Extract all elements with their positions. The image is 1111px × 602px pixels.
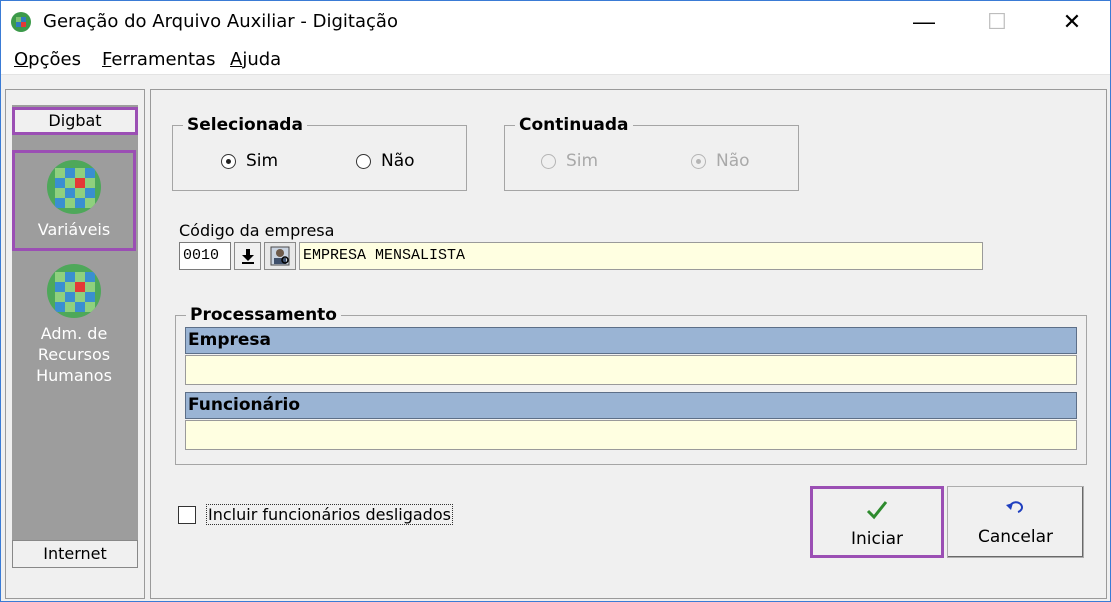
sidebar-tab-digbat[interactable]: Digbat	[12, 107, 138, 135]
app-window: Geração do Arquivo Auxiliar - Digitação …	[0, 0, 1111, 602]
globe-icon	[47, 264, 101, 318]
selecionada-group: Selecionada Sim Não	[172, 115, 467, 191]
continuada-nao-radio: Não	[691, 151, 750, 171]
funcionario-header: Funcionário	[185, 392, 1077, 419]
incluir-desligados-checkbox[interactable]	[178, 505, 196, 524]
minimize-button[interactable]: —	[901, 1, 947, 43]
radio-indicator	[691, 153, 706, 169]
iniciar-button[interactable]: Iniciar	[810, 486, 944, 558]
selecionada-sim-radio[interactable]: Sim	[221, 151, 278, 171]
radio-label: Sim	[246, 151, 279, 171]
continuada-sim-radio: Sim	[541, 151, 598, 171]
radio-label: Sim	[566, 151, 599, 171]
codigo-empresa-input[interactable]: 0010	[179, 242, 231, 270]
minimize-icon: —	[913, 9, 935, 34]
radio-label: Não	[381, 151, 415, 171]
sidebar-item-label: Adm. de Recursos Humanos	[36, 324, 112, 385]
radio-indicator	[541, 153, 556, 169]
menu-mnemonic: O	[14, 49, 29, 70]
title-bar: Geração do Arquivo Auxiliar - Digitação …	[1, 1, 1110, 43]
cancelar-label: Cancelar	[978, 527, 1053, 547]
close-icon: ✕	[1062, 9, 1082, 34]
menu-opcoes[interactable]: Opções	[14, 49, 81, 70]
globe-icon	[47, 160, 101, 214]
continuada-title: Continuada	[515, 115, 633, 135]
menu-mnemonic: F	[102, 49, 112, 70]
empresa-header: Empresa	[185, 327, 1077, 354]
maximize-icon: ☐	[987, 9, 1007, 34]
undo-icon	[1005, 501, 1023, 513]
close-button[interactable]: ✕	[1049, 1, 1095, 43]
menu-ajuda[interactable]: Ajuda	[230, 49, 281, 70]
download-button[interactable]	[234, 242, 261, 270]
person-search-icon	[270, 246, 290, 266]
sidebar-item-label: Variáveis	[37, 220, 111, 239]
maximize-button[interactable]: ☐	[974, 1, 1020, 43]
menu-ferramentas[interactable]: Ferramentas	[102, 49, 215, 70]
window-title: Geração do Arquivo Auxiliar - Digitação	[43, 11, 398, 32]
radio-indicator[interactable]	[221, 153, 236, 169]
empresa-name-field: EMPRESA MENSALISTA	[299, 242, 983, 270]
sidebar-tab-internet[interactable]: Internet	[12, 540, 138, 568]
cancelar-button[interactable]: Cancelar	[947, 486, 1084, 558]
menu-mnemonic: A	[230, 49, 243, 70]
codigo-empresa-label: Código da empresa	[179, 221, 335, 240]
sidebar-item-adm-recursos-humanos[interactable]: Adm. de Recursos Humanos	[12, 263, 136, 393]
radio-indicator[interactable]	[356, 153, 371, 169]
selecionada-nao-radio[interactable]: Não	[356, 151, 415, 171]
incluir-desligados-option[interactable]: Incluir funcionários desligados	[178, 504, 453, 525]
download-arrow-icon	[241, 249, 254, 264]
funcionario-progress-field	[185, 420, 1077, 450]
processamento-title: Processamento	[186, 305, 341, 325]
selecionada-title: Selecionada	[183, 115, 307, 135]
sidebar-item-variaveis[interactable]: Variáveis	[12, 150, 136, 251]
app-globe-icon	[11, 12, 31, 32]
iniciar-label: Iniciar	[851, 529, 903, 549]
menu-bar: Opções Ferramentas Ajuda	[1, 43, 1110, 75]
empresa-progress-field	[185, 355, 1077, 385]
radio-label: Não	[716, 151, 750, 171]
incluir-desligados-label: Incluir funcionários desligados	[206, 504, 453, 525]
search-empresa-button[interactable]	[264, 242, 296, 270]
checkmark-icon	[866, 501, 888, 520]
continuada-group: Continuada Sim Não	[504, 115, 799, 191]
